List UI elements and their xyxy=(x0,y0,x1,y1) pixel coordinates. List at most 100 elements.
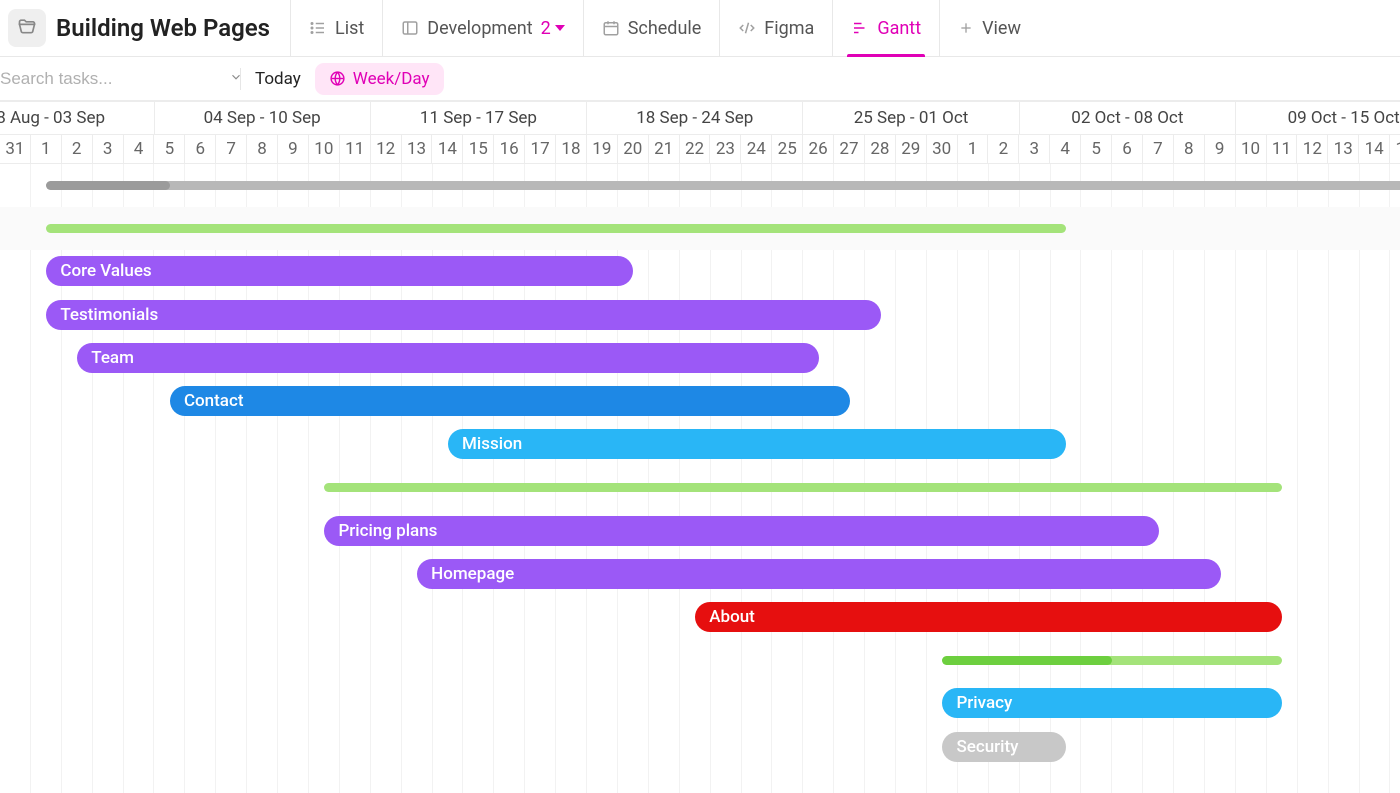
gantt-row: Homepage xyxy=(0,553,1400,596)
timeline-day: 26 xyxy=(803,135,834,163)
tab-schedule[interactable]: Schedule xyxy=(583,0,720,56)
code-icon xyxy=(738,19,756,37)
timeline-day: 3 xyxy=(93,135,124,163)
gantt-icon xyxy=(851,19,869,37)
timeline-weeks: 28 Aug - 03 Sep04 Sep - 10 Sep11 Sep - 1… xyxy=(0,101,1400,135)
scale-label: Week/Day xyxy=(353,69,430,89)
gantt-row xyxy=(0,164,1400,207)
timeline-day: 6 xyxy=(1112,135,1143,163)
timeline-day: 9 xyxy=(1205,135,1236,163)
gantt-body[interactable]: TodayCore ValuesTestimonialsTeamContactM… xyxy=(0,164,1400,793)
gantt-task-label: Security xyxy=(956,737,1018,757)
timeline-day: 21 xyxy=(649,135,680,163)
tab-figma[interactable]: Figma xyxy=(719,0,832,56)
gantt-task-bar[interactable]: Team xyxy=(77,343,819,373)
gantt-task-bar[interactable]: Mission xyxy=(448,429,1066,459)
gantt-row: About xyxy=(0,596,1400,639)
chevron-down-icon[interactable] xyxy=(229,69,243,89)
gantt-toolbar: Today Week/Day xyxy=(0,57,1400,101)
gantt-task-label: Core Values xyxy=(60,261,151,281)
gantt-row: Testimonials xyxy=(0,294,1400,337)
tab-label: List xyxy=(335,18,364,39)
gantt-task-label: Testimonials xyxy=(60,305,158,325)
timeline-day: 16 xyxy=(494,135,525,163)
gantt-group-bar[interactable] xyxy=(46,181,1400,190)
tab-add-view[interactable]: View xyxy=(939,0,1039,56)
tab-badge-count: 2 xyxy=(541,18,551,39)
today-button[interactable]: Today xyxy=(255,69,301,89)
timeline-day: 19 xyxy=(587,135,618,163)
timeline-week: 25 Sep - 01 Oct xyxy=(803,101,1019,134)
gantt-task-label: Team xyxy=(91,348,134,368)
board-icon xyxy=(401,19,419,37)
timeline-day: 10 xyxy=(309,135,340,163)
gantt-task-bar[interactable]: Homepage xyxy=(417,559,1220,589)
timeline-week: 04 Sep - 10 Sep xyxy=(155,101,371,134)
gantt-task-label: Pricing plans xyxy=(338,521,437,541)
timeline-week: 28 Aug - 03 Sep xyxy=(0,101,155,134)
search-input[interactable] xyxy=(0,69,221,89)
gantt-group-bar[interactable] xyxy=(942,656,1282,665)
gantt-row: Mission xyxy=(0,423,1400,466)
tab-label: Gantt xyxy=(877,18,921,39)
tab-label: Figma xyxy=(764,18,814,39)
timeline-day: 7 xyxy=(1143,135,1174,163)
timeline-week: 09 Oct - 15 Oct xyxy=(1236,101,1400,134)
gantt-row xyxy=(0,466,1400,509)
folder-open-icon xyxy=(17,16,37,40)
gantt-task-bar[interactable]: Pricing plans xyxy=(324,516,1158,546)
tab-label: View xyxy=(982,18,1021,39)
timeline-day: 27 xyxy=(834,135,865,163)
gantt-task-bar[interactable]: Security xyxy=(942,732,1066,762)
folder-button[interactable] xyxy=(8,9,46,47)
tab-badge[interactable]: 2 xyxy=(541,18,565,39)
timeline-day: 13 xyxy=(402,135,433,163)
list-icon xyxy=(309,19,327,37)
gantt-task-label: Contact xyxy=(184,391,244,411)
timeline-week: 18 Sep - 24 Sep xyxy=(587,101,803,134)
scale-selector[interactable]: Week/Day xyxy=(315,63,444,95)
timeline-day: 20 xyxy=(618,135,649,163)
timeline-day: 29 xyxy=(896,135,927,163)
gantt-task-bar[interactable]: Core Values xyxy=(46,256,633,286)
gantt-row: Contact xyxy=(0,380,1400,423)
timeline-day: 25 xyxy=(772,135,803,163)
gantt-view: 28 Aug - 03 Sep04 Sep - 10 Sep11 Sep - 1… xyxy=(0,101,1400,793)
timeline-day: 11 xyxy=(340,135,371,163)
timeline-day: 15 xyxy=(1390,135,1400,163)
gantt-task-label: About xyxy=(709,607,755,627)
gantt-task-bar[interactable]: Contact xyxy=(170,386,850,416)
timeline-day: 28 xyxy=(865,135,896,163)
gantt-task-label: Privacy xyxy=(956,693,1012,713)
tab-gantt[interactable]: Gantt xyxy=(832,0,939,56)
timeline-day: 14 xyxy=(432,135,463,163)
gantt-group-bar[interactable] xyxy=(46,224,1066,233)
tab-development[interactable]: Development 2 xyxy=(382,0,582,56)
gantt-task-bar[interactable]: Testimonials xyxy=(46,300,880,330)
gantt-row: Core Values xyxy=(0,250,1400,293)
header: Building Web Pages List Development 2 Sc… xyxy=(0,0,1400,57)
gantt-row: Pricing plans xyxy=(0,510,1400,553)
timeline-day: 11 xyxy=(1267,135,1298,163)
timeline-day: 8 xyxy=(1174,135,1205,163)
tab-label: Development xyxy=(427,18,532,39)
timeline-day: 13 xyxy=(1328,135,1359,163)
timeline-day: 5 xyxy=(1081,135,1112,163)
gantt-progress-fill xyxy=(46,181,170,190)
gantt-task-bar[interactable]: Privacy xyxy=(942,688,1282,718)
caret-down-icon xyxy=(555,25,565,31)
scale-icon xyxy=(329,70,346,87)
gantt-group-bar[interactable] xyxy=(324,483,1282,492)
timeline-day: 12 xyxy=(1297,135,1328,163)
plus-icon xyxy=(958,20,974,36)
timeline-day: 8 xyxy=(247,135,278,163)
view-tabs: List Development 2 Schedule Figma xyxy=(290,0,1039,56)
gantt-task-bar[interactable]: About xyxy=(695,602,1282,632)
tab-list[interactable]: List xyxy=(290,0,382,56)
timeline-day: 10 xyxy=(1236,135,1267,163)
timeline-week: 11 Sep - 17 Sep xyxy=(371,101,587,134)
search-wrap xyxy=(0,69,226,89)
timeline-day: 3 xyxy=(1019,135,1050,163)
gantt-row: Security xyxy=(0,726,1400,769)
tab-label: Schedule xyxy=(628,18,702,39)
